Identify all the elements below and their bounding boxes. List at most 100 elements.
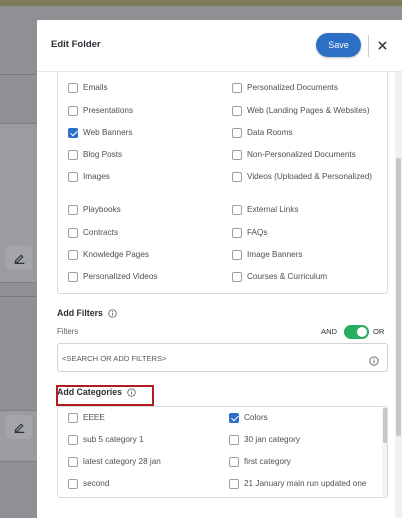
content-type-checkbox-item[interactable]: Videos (Uploaded & Personalized) <box>232 171 382 182</box>
checkbox[interactable] <box>232 228 242 238</box>
checkbox-label: Videos (Uploaded & Personalized) <box>247 172 373 181</box>
content-type-checkbox-item[interactable]: Web Banners <box>68 127 218 138</box>
backdrop-edit-button <box>6 415 32 439</box>
checkbox[interactable] <box>68 83 78 93</box>
content-type-checkbox-item[interactable]: Emails <box>68 82 218 93</box>
checkbox-label: second <box>83 479 110 488</box>
checkbox-label: Image Banners <box>247 250 303 259</box>
checkbox-label: Images <box>83 172 110 181</box>
filter-search-box <box>57 343 388 372</box>
checkbox[interactable] <box>232 83 242 93</box>
checkbox[interactable] <box>68 205 78 215</box>
content-type-checkbox-item[interactable]: External Links <box>232 204 382 215</box>
checkbox-label: latest category 28 jan <box>83 457 161 466</box>
category-checkbox-item[interactable]: 30 jan category <box>229 434 379 445</box>
backdrop-edit-button <box>6 246 32 270</box>
add-filters-heading: Add Filters <box>57 308 117 318</box>
content-type-checkbox-item[interactable]: Data Rooms <box>232 127 382 138</box>
checkbox-label: 21 January main run updated one <box>244 479 367 488</box>
edit-folder-modal: Emails Personalized Documents Presentation… <box>37 20 402 518</box>
category-checkbox-item[interactable]: 21 January main run updated one <box>229 478 379 489</box>
content-type-checkbox-item[interactable]: Images <box>68 171 218 182</box>
categories-scroll-thumb[interactable] <box>383 408 387 443</box>
checkbox[interactable] <box>68 228 78 238</box>
category-checkbox-item[interactable]: second <box>68 478 218 489</box>
add-filters-title: Add Filters <box>57 308 103 318</box>
or-label: OR <box>373 327 385 336</box>
checkbox[interactable] <box>229 457 239 467</box>
checkbox-label: FAQs <box>247 228 268 237</box>
content-type-checkbox-item[interactable]: Personalized Videos <box>68 271 218 282</box>
checkbox-label: Non-Personalized Documents <box>247 150 356 159</box>
content-type-checkbox-item[interactable]: Blog Posts <box>68 149 218 160</box>
checkbox-label: Personalized Videos <box>83 272 158 281</box>
checkbox[interactable] <box>68 479 78 489</box>
checkbox[interactable] <box>229 479 239 489</box>
categories-list: EEEE Colors sub 5 category 1 30 jan categor… <box>57 406 388 498</box>
and-label: AND <box>321 327 338 336</box>
checkbox[interactable] <box>68 272 78 282</box>
content-type-checkbox-item[interactable]: FAQs <box>232 227 382 238</box>
checkbox[interactable] <box>68 250 78 260</box>
checkbox-label: EEEE <box>83 413 105 422</box>
checkbox[interactable] <box>232 106 242 116</box>
checkbox-label: Blog Posts <box>83 150 123 159</box>
content-type-checkbox-item[interactable]: Image Banners <box>232 249 382 260</box>
backdrop-divider <box>0 296 37 297</box>
checkbox[interactable] <box>68 413 78 423</box>
content-types-box: Emails Personalized Documents Presentation… <box>57 72 388 294</box>
backdrop-divider <box>0 74 37 75</box>
checkbox-label: Emails <box>83 83 108 92</box>
checkbox[interactable] <box>229 413 239 423</box>
info-icon[interactable] <box>369 353 379 366</box>
edit-icon <box>14 253 24 264</box>
categories-highlight-box <box>56 385 154 406</box>
content-type-checkbox-item[interactable]: Playbooks <box>68 204 218 215</box>
checkbox-label: Playbooks <box>83 205 121 214</box>
content-type-checkbox-item[interactable]: Personalized Documents <box>232 82 382 93</box>
checkbox-label: Courses & Curriculum <box>247 272 328 281</box>
content-type-checkbox-item[interactable]: Courses & Curriculum <box>232 271 382 282</box>
checkbox[interactable] <box>232 272 242 282</box>
checkbox[interactable] <box>68 457 78 467</box>
and-or-toggle[interactable] <box>344 325 369 339</box>
close-button[interactable] <box>375 37 389 53</box>
checkbox-label: Data Rooms <box>247 128 293 137</box>
backdrop-top-stripe <box>0 0 402 6</box>
info-icon[interactable] <box>108 308 117 318</box>
content-type-checkbox-item[interactable]: Contracts <box>68 227 218 238</box>
category-checkbox-item[interactable]: first category <box>229 456 379 467</box>
checkbox[interactable] <box>232 205 242 215</box>
category-checkbox-item[interactable]: latest category 28 jan <box>68 456 218 467</box>
checkbox[interactable] <box>68 150 78 160</box>
filters-label: Filters <box>57 327 79 336</box>
checkbox[interactable] <box>68 128 78 138</box>
edit-icon <box>14 422 24 433</box>
checkbox[interactable] <box>232 172 242 182</box>
checkbox-label: Contracts <box>83 228 119 237</box>
content-type-checkbox-item[interactable]: Knowledge Pages <box>68 249 218 260</box>
content-type-checkbox-item[interactable]: Web (Landing Pages & Websites) <box>232 105 382 116</box>
filter-search-input[interactable] <box>62 352 362 364</box>
modal-header: Edit Folder Save <box>37 20 402 72</box>
content-type-checkbox-item[interactable]: Presentations <box>68 105 218 116</box>
save-button[interactable]: Save <box>316 33 361 57</box>
close-icon <box>378 41 386 49</box>
header-divider <box>368 35 369 57</box>
checkbox[interactable] <box>68 435 78 445</box>
checkbox-label: Web Banners <box>83 128 133 137</box>
modal-scroll-thumb[interactable] <box>396 158 401 436</box>
checkbox[interactable] <box>232 150 242 160</box>
checkbox[interactable] <box>232 128 242 138</box>
checkbox-label: first category <box>244 457 291 466</box>
checkbox-label: Web (Landing Pages & Websites) <box>247 106 370 115</box>
checkbox-label: External Links <box>247 205 299 214</box>
checkbox[interactable] <box>68 106 78 116</box>
checkbox[interactable] <box>232 250 242 260</box>
checkbox[interactable] <box>229 435 239 445</box>
checkbox[interactable] <box>68 172 78 182</box>
category-checkbox-item[interactable]: sub 5 category 1 <box>68 434 218 445</box>
category-checkbox-item[interactable]: Colors <box>229 412 379 423</box>
category-checkbox-item[interactable]: EEEE <box>68 412 218 423</box>
content-type-checkbox-item[interactable]: Non-Personalized Documents <box>232 149 382 160</box>
